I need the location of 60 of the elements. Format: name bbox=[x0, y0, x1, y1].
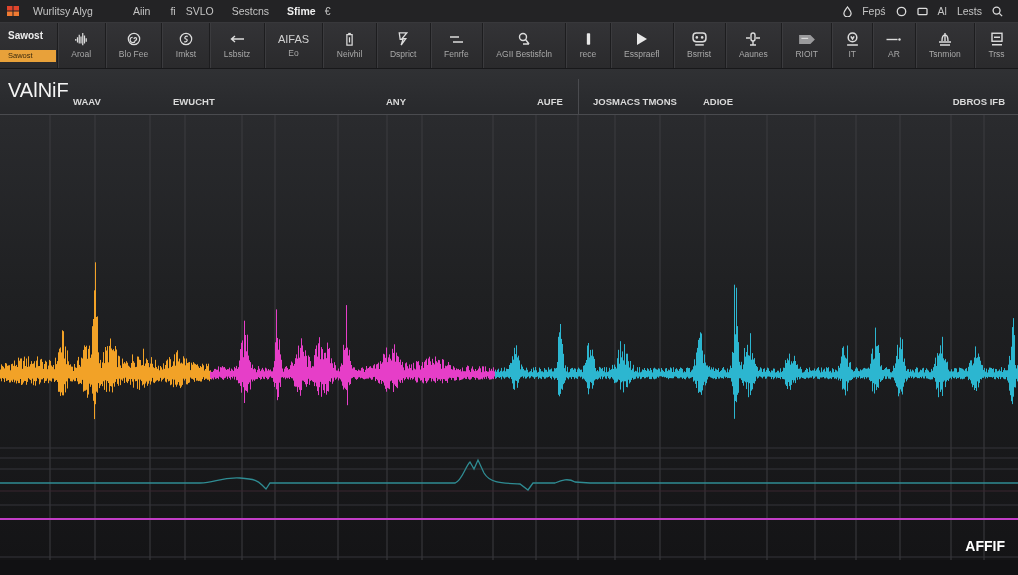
tool-button[interactable]: Blo Fee bbox=[104, 23, 162, 68]
bar-icon bbox=[585, 32, 591, 47]
menu-item[interactable]: SVLO bbox=[185, 5, 214, 17]
tool-button[interactable]: Aroal bbox=[57, 23, 105, 68]
column-header: ADIOE bbox=[703, 96, 734, 109]
tool-button[interactable]: Fenrfe bbox=[429, 23, 483, 68]
circle-emblem-icon bbox=[178, 32, 193, 47]
column-header: AUFE bbox=[537, 96, 563, 109]
tag-icon bbox=[798, 34, 815, 44]
menu-item[interactable]: Sfime bbox=[287, 5, 316, 17]
column-header: WAAV bbox=[73, 96, 101, 109]
tool-button[interactable]: Aaunes bbox=[724, 23, 782, 68]
battery-icon bbox=[346, 32, 354, 47]
arrow-left-icon bbox=[229, 35, 245, 44]
tool-button[interactable]: IT bbox=[831, 23, 873, 68]
column-header: JOSMACS TMONS bbox=[593, 96, 677, 109]
mode-label: Sawost bbox=[7, 29, 44, 41]
tool-button[interactable]: Neivhil bbox=[322, 23, 376, 68]
menu-item[interactable]: Lests bbox=[956, 5, 982, 17]
search-icon[interactable] bbox=[992, 5, 1003, 17]
dash-icon bbox=[886, 37, 902, 41]
menu-item[interactable]: Wurlitsy Alyg bbox=[33, 5, 93, 17]
menu-item[interactable]: Al bbox=[937, 5, 947, 17]
microphone-icon bbox=[745, 32, 762, 47]
tool-button[interactable]: Tsnmion bbox=[914, 23, 975, 68]
corner-label: AFFIF bbox=[965, 539, 1005, 553]
magnifier-icon bbox=[518, 32, 531, 47]
menu-item[interactable]: Sestcns bbox=[231, 5, 270, 17]
menu-item[interactable]: Aiin bbox=[132, 5, 151, 17]
ring-icon[interactable] bbox=[895, 5, 907, 17]
device-icon bbox=[691, 32, 707, 47]
tool-button[interactable]: AGII Bestisfcln bbox=[482, 23, 566, 68]
menu-item[interactable]: € bbox=[324, 5, 331, 17]
menu-item[interactable]: fi bbox=[170, 5, 176, 17]
column-header: EWUCHT bbox=[173, 96, 215, 109]
tool-button[interactable]: Imkst bbox=[161, 23, 210, 68]
dial-icon bbox=[845, 32, 859, 47]
lightning-icon bbox=[398, 32, 409, 47]
fountain-icon bbox=[937, 32, 952, 47]
tool-button[interactable]: Lsbsitz bbox=[209, 23, 264, 68]
track-title: VAlNiF bbox=[8, 80, 70, 103]
tool-button[interactable]: Trss bbox=[974, 23, 1018, 68]
tool-button[interactable]: AIFAS Eo bbox=[263, 23, 323, 68]
spiral-icon bbox=[126, 32, 141, 47]
tool-button[interactable]: Dsprict bbox=[375, 23, 430, 68]
tool-button[interactable]: AR bbox=[872, 23, 915, 68]
menu-item[interactable]: Fepś bbox=[862, 5, 886, 17]
tool-button[interactable]: Bsrrist bbox=[672, 23, 725, 68]
waveform-icon bbox=[74, 32, 89, 47]
play-icon bbox=[635, 32, 648, 47]
lines-icon bbox=[448, 34, 464, 44]
tool-button[interactable]: Esspraefl bbox=[609, 23, 673, 68]
tool-button[interactable]: rece bbox=[565, 23, 610, 68]
tool-button[interactable]: RIOIT bbox=[781, 23, 832, 68]
grid-icon[interactable] bbox=[7, 6, 19, 16]
window-icon[interactable] bbox=[916, 6, 928, 16]
drop-icon[interactable] bbox=[843, 5, 853, 17]
column-header: DBROS IFB bbox=[952, 96, 1005, 109]
column-header: ANY bbox=[386, 96, 407, 109]
monitor-icon bbox=[990, 32, 1003, 47]
